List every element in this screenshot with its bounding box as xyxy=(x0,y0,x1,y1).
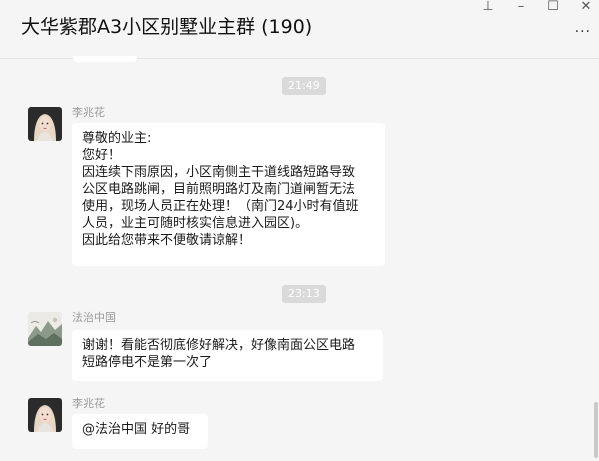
message-line: 短路停电不是第一次了 xyxy=(82,355,213,370)
message-bubble[interactable]: @法治中国 好的哥 xyxy=(72,414,208,449)
chat-title: 大华紫郡A3小区别墅业主群 (190) xyxy=(21,16,313,38)
timestamp: 21:49 xyxy=(282,77,326,95)
minimize-icon[interactable]: – xyxy=(511,0,531,14)
message-line: 公区电路跳闸，目前照明路灯及南门道闸暂无法 xyxy=(82,182,356,197)
sender-name: 李兆花 xyxy=(72,397,105,410)
sender-name: 法治中国 xyxy=(72,311,116,324)
pin-icon[interactable]: ⊥ xyxy=(478,0,498,14)
message-line: 谢谢！看能否彻底修好解决，好像南面公区电路 xyxy=(82,338,356,353)
close-icon[interactable]: ✕ xyxy=(576,0,596,14)
sender-name: 李兆花 xyxy=(72,106,105,119)
message-line: 因此给您带来不便敬请谅解！ xyxy=(82,233,252,248)
previous-message-bubble xyxy=(73,56,137,62)
sender-avatar[interactable] xyxy=(28,312,62,346)
message-line: 您好！ xyxy=(82,148,122,163)
message-line: 使用，现场人员正在处理！（南门24小时有值班 xyxy=(82,199,359,214)
message-line: 因连续下雨原因，小区南侧主干道线路短路导致 xyxy=(82,165,356,180)
woman-avatar-icon xyxy=(28,398,62,432)
scrollbar-thumb[interactable] xyxy=(594,402,598,458)
message-line: 尊敬的业主: xyxy=(82,131,152,146)
more-options-button[interactable]: ··· xyxy=(575,24,591,40)
maximize-icon[interactable]: ☐ xyxy=(543,0,563,14)
message-bubble[interactable]: 谢谢！看能否彻底修好解决，好像南面公区电路 短路停电不是第一次了 xyxy=(72,330,383,381)
landscape-avatar-icon xyxy=(28,312,62,346)
timestamp: 23:13 xyxy=(282,285,326,303)
message-bubble[interactable]: 尊敬的业主: 您好！ 因连续下雨原因，小区南侧主干道线路短路导致 公区电路跳闸，… xyxy=(72,123,385,266)
sender-avatar[interactable] xyxy=(28,398,62,432)
message-line: 人员，业主可随时核实信息进入园区)。 xyxy=(82,216,309,231)
sender-avatar[interactable] xyxy=(28,107,62,141)
title-bar: 大华紫郡A3小区别墅业主群 (190) ⊥ – ☐ ✕ ··· xyxy=(0,0,599,59)
message-line: @法治中国 好的哥 xyxy=(82,422,191,437)
woman-avatar-icon xyxy=(28,107,62,141)
